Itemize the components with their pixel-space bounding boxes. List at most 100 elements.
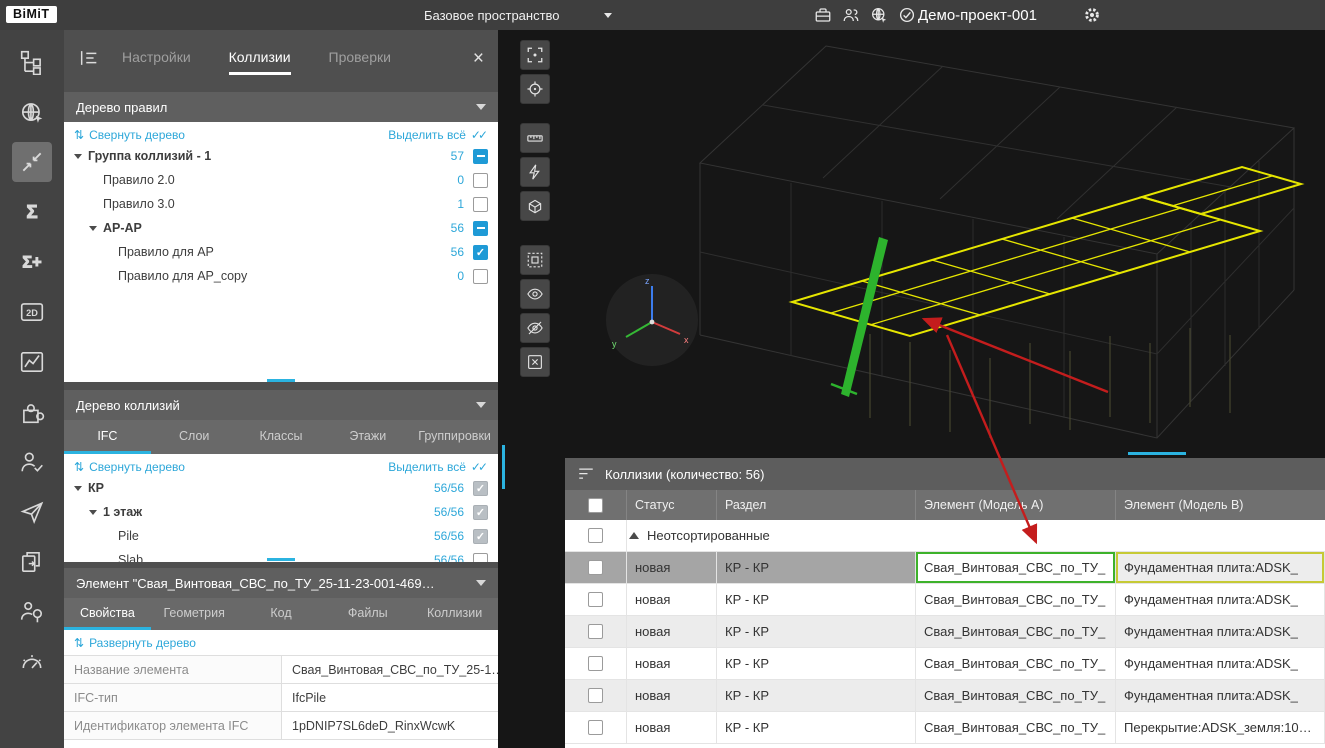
- close-panel-button[interactable]: ×: [473, 49, 484, 68]
- select-all-link[interactable]: Выделить всё ✓✓: [388, 460, 488, 474]
- clear-selection-button[interactable]: [520, 347, 550, 377]
- sidebar-item-dashboard[interactable]: [12, 642, 52, 682]
- tree-node[interactable]: Pile56/56: [64, 524, 498, 548]
- tree-node[interactable]: Правило для АР_copy0: [64, 264, 498, 288]
- subtab-Код[interactable]: Код: [238, 598, 325, 630]
- sidebar-item-plugins[interactable]: [12, 392, 52, 432]
- tree-node[interactable]: Группа коллизий - 157: [64, 144, 498, 168]
- tree-node-checkbox[interactable]: [473, 529, 488, 544]
- element-b-cell[interactable]: Фундаментная плита:ADSK_: [1116, 648, 1325, 679]
- tree-node[interactable]: АР-АР56: [64, 216, 498, 240]
- resize-handle-viewport[interactable]: [502, 445, 505, 489]
- isolate-button[interactable]: [520, 245, 550, 275]
- collision-row[interactable]: новаяКР - КРСвая_Винтовая_СВС_по_ТУ_Фунд…: [565, 616, 1325, 648]
- show-button[interactable]: [520, 279, 550, 309]
- collision-row[interactable]: новаяКР - КРСвая_Винтовая_СВС_по_ТУ_Фунд…: [565, 648, 1325, 680]
- group-checkbox[interactable]: [588, 528, 603, 543]
- resize-handle-collisions[interactable]: [267, 558, 295, 561]
- measure-button[interactable]: [520, 123, 550, 153]
- property-value[interactable]: IfcPile: [282, 684, 498, 711]
- subtab-Свойства[interactable]: Свойства: [64, 598, 151, 630]
- column-header-2[interactable]: Раздел: [717, 490, 916, 520]
- sidebar-item-summary[interactable]: Σ: [12, 192, 52, 232]
- orbit-target-button[interactable]: [520, 74, 550, 104]
- row-checkbox[interactable]: [588, 688, 603, 703]
- subtab-Классы[interactable]: Классы: [238, 420, 325, 454]
- tab-Настройки[interactable]: Настройки: [122, 49, 191, 75]
- element-b-cell[interactable]: Фундаментная плита:ADSK_: [1116, 584, 1325, 615]
- tree-node-checkbox[interactable]: [473, 173, 488, 188]
- settings-button[interactable]: [1082, 5, 1102, 25]
- select-all-checkbox[interactable]: [588, 498, 603, 513]
- expand-caret-icon[interactable]: [74, 486, 82, 491]
- tree-node-checkbox[interactable]: [473, 221, 488, 236]
- sidebar-item-publish[interactable]: [12, 492, 52, 532]
- sidebar-item-reports[interactable]: [12, 342, 52, 382]
- collision-row[interactable]: новаяКР - КРСвая_Винтовая_СВС_по_ТУ_Фунд…: [565, 584, 1325, 616]
- collapse-tree-link[interactable]: ⇅ Свернуть дерево: [74, 460, 185, 474]
- row-checkbox[interactable]: [588, 560, 603, 575]
- subtab-Геометрия[interactable]: Геометрия: [151, 598, 238, 630]
- row-checkbox[interactable]: [588, 592, 603, 607]
- collisions-tree-header[interactable]: Дерево коллизий: [64, 390, 498, 420]
- tree-node[interactable]: 1 этаж56/56: [64, 500, 498, 524]
- collision-row[interactable]: новаяКР - КРСвая_Винтовая_СВС_по_ТУ_Фунд…: [565, 552, 1325, 584]
- subtab-Коллизии[interactable]: Коллизии: [411, 598, 498, 630]
- expand-tree-link[interactable]: ⇅ Развернуть дерево: [74, 636, 196, 650]
- element-a-cell[interactable]: Свая_Винтовая_СВС_по_ТУ_: [916, 584, 1116, 615]
- element-b-cell[interactable]: Фундаментная плита:ADSK_: [1116, 616, 1325, 647]
- sidebar-item-summary-add[interactable]: Σ+: [12, 242, 52, 282]
- element-b-cell[interactable]: Фундаментная плита:ADSK_: [1116, 552, 1325, 583]
- tree-node-checkbox[interactable]: [473, 269, 488, 284]
- subtab-Файлы[interactable]: Файлы: [324, 598, 411, 630]
- subtab-IFC[interactable]: IFC: [64, 420, 151, 454]
- tree-node[interactable]: Правило 3.01: [64, 192, 498, 216]
- element-a-cell[interactable]: Свая_Винтовая_СВС_по_ТУ_: [916, 712, 1116, 743]
- toolbox-button[interactable]: [813, 5, 833, 25]
- table-menu-icon[interactable]: [577, 465, 595, 483]
- sidebar-item-export[interactable]: [12, 542, 52, 582]
- web-publish-button[interactable]: [869, 5, 889, 25]
- tree-node[interactable]: Правило 2.00: [64, 168, 498, 192]
- tree-node-checkbox[interactable]: [473, 149, 488, 164]
- select-all-link[interactable]: Выделить всё ✓✓: [388, 128, 488, 142]
- tree-node-checkbox[interactable]: [473, 245, 488, 260]
- tree-node-checkbox[interactable]: [473, 481, 488, 496]
- tree-menu-icon[interactable]: [78, 47, 100, 69]
- element-b-cell[interactable]: Перекрытие:ADSK_земля:10…: [1116, 712, 1325, 743]
- workspace-selector[interactable]: Базовое пространство: [424, 0, 612, 30]
- expand-caret-icon[interactable]: [74, 154, 82, 159]
- section-box-button[interactable]: [520, 191, 550, 221]
- resize-handle-rules[interactable]: [267, 379, 295, 382]
- tab-Проверки[interactable]: Проверки: [329, 49, 391, 75]
- row-checkbox[interactable]: [588, 720, 603, 735]
- fit-view-button[interactable]: [520, 40, 550, 70]
- property-value[interactable]: 1pDNIP7SL6deD_RinxWcwK: [282, 712, 498, 739]
- sidebar-item-model-tree[interactable]: [12, 42, 52, 82]
- section-cut-button[interactable]: [520, 157, 550, 187]
- element-a-cell[interactable]: Свая_Винтовая_СВС_по_ТУ_: [916, 648, 1116, 679]
- subtab-Группировки[interactable]: Группировки: [411, 420, 498, 454]
- collision-row[interactable]: новаяКР - КРСвая_Винтовая_СВС_по_ТУ_Фунд…: [565, 680, 1325, 712]
- collapse-tree-link[interactable]: ⇅ Свернуть дерево: [74, 128, 185, 142]
- sidebar-item-navigation[interactable]: [12, 92, 52, 132]
- check-circle-button[interactable]: [897, 5, 917, 25]
- element-b-cell[interactable]: Фундаментная плита:ADSK_: [1116, 680, 1325, 711]
- subtab-Этажи[interactable]: Этажи: [324, 420, 411, 454]
- row-checkbox[interactable]: [588, 624, 603, 639]
- tree-node-checkbox[interactable]: [473, 553, 488, 563]
- element-a-cell[interactable]: Свая_Винтовая_СВС_по_ТУ_: [916, 616, 1116, 647]
- tree-node-checkbox[interactable]: [473, 197, 488, 212]
- row-checkbox[interactable]: [588, 656, 603, 671]
- subtab-Слои[interactable]: Слои: [151, 420, 238, 454]
- tree-node[interactable]: КР56/56: [64, 476, 498, 500]
- team-button[interactable]: [841, 5, 861, 25]
- column-header-4[interactable]: Элемент (Модель B): [1116, 490, 1325, 520]
- tree-node[interactable]: Правило для АР56: [64, 240, 498, 264]
- resize-handle-table[interactable]: [1128, 452, 1186, 455]
- sidebar-item-user-location[interactable]: [12, 592, 52, 632]
- column-header-1[interactable]: Статус: [627, 490, 717, 520]
- element-a-cell[interactable]: Свая_Винтовая_СВС_по_ТУ_: [916, 680, 1116, 711]
- tab-Коллизии[interactable]: Коллизии: [229, 49, 291, 75]
- property-value[interactable]: Свая_Винтовая_СВС_по_ТУ_25-1…: [282, 656, 498, 683]
